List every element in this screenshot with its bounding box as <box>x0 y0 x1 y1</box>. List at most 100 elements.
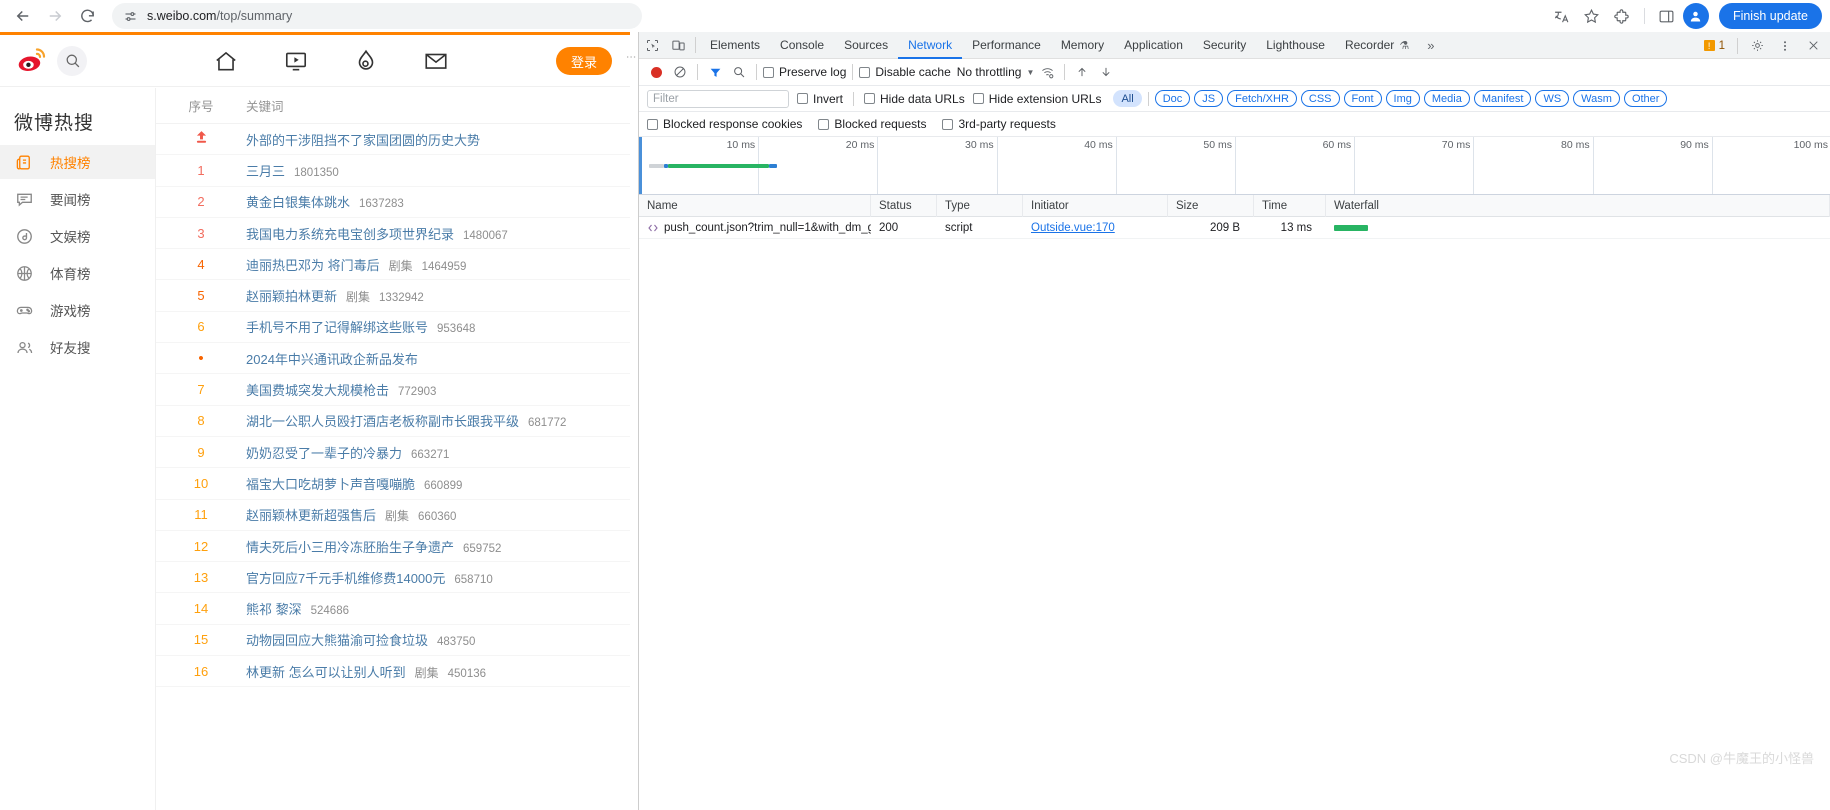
login-button[interactable]: 登录 <box>556 47 612 75</box>
tab-console[interactable]: Console <box>770 32 834 59</box>
tab-sources[interactable]: Sources <box>834 32 898 59</box>
inspect-element-icon[interactable] <box>639 33 665 57</box>
sidebar-item-news[interactable]: 要闻榜 <box>0 182 155 216</box>
type-filter-manifest[interactable]: Manifest <box>1473 90 1532 107</box>
type-filter-css[interactable]: CSS <box>1300 90 1340 107</box>
address-bar[interactable]: s.weibo.com/top/summary <box>112 3 642 29</box>
table-row[interactable]: 1 三月三 1801350 <box>156 155 630 187</box>
envelope-icon[interactable] <box>423 48 449 74</box>
keyword-link[interactable]: 黄金白银集体跳水 <box>246 192 350 211</box>
table-row[interactable]: 7 美国费城突发大规模枪击 772903 <box>156 374 630 406</box>
tab-performance[interactable]: Performance <box>962 32 1051 59</box>
blocked-requests-checkbox[interactable]: Blocked requests <box>818 117 926 131</box>
tab-recorder[interactable]: Recorder ⚗ <box>1335 32 1419 59</box>
keyword-link[interactable]: 官方回应7千元手机维修费14000元 <box>246 568 445 587</box>
device-toolbar-icon[interactable] <box>665 33 691 57</box>
disable-cache-checkbox[interactable]: Disable cache <box>859 65 951 79</box>
keyword-link[interactable]: 2024年中兴通讯政企新品发布 <box>246 349 418 368</box>
hide-data-urls-checkbox[interactable]: Hide data URLs <box>864 92 965 106</box>
sidebar-item-entertainment[interactable]: 文娱榜 <box>0 219 155 253</box>
flame-icon[interactable] <box>353 48 379 74</box>
star-icon[interactable] <box>1578 2 1606 30</box>
type-filter-doc[interactable]: Doc <box>1154 90 1191 107</box>
filter-input[interactable]: Filter <box>647 89 789 108</box>
table-row[interactable]: 16 林更新 怎么可以让别人听到 剧集 450136 <box>156 656 630 688</box>
tab-memory[interactable]: Memory <box>1051 32 1114 59</box>
keyword-link[interactable]: 外部的干涉阻挡不了家国团圆的历史大势 <box>246 130 480 149</box>
sidebar-item-hot-list[interactable]: 热搜榜 <box>0 145 155 179</box>
record-stop-icon[interactable] <box>645 61 667 83</box>
table-row[interactable]: 8 湖北一公职人员殴打酒店老板称副市长跟我平级 681772 <box>156 406 630 437</box>
translate-icon[interactable] <box>1548 2 1576 30</box>
tab-application[interactable]: Application <box>1114 32 1193 59</box>
column-header-waterfall[interactable]: Waterfall <box>1326 194 1830 217</box>
preserve-log-checkbox[interactable]: Preserve log <box>763 65 846 79</box>
extensions-icon[interactable] <box>1608 2 1636 30</box>
forward-button[interactable] <box>40 1 70 31</box>
column-header-size[interactable]: Size <box>1168 194 1254 217</box>
hide-extension-urls-checkbox[interactable]: Hide extension URLs <box>972 92 1101 106</box>
type-filter-ws[interactable]: WS <box>1535 90 1570 107</box>
table-row[interactable]: 4 迪丽热巴邓为 将门毒后 剧集 1464959 <box>156 249 630 281</box>
table-row[interactable]: 15 动物园回应大熊猫渝可捡食垃圾 483750 <box>156 625 630 657</box>
network-overview-timeline[interactable]: 10 ms 20 ms 30 ms 40 ms 50 ms 60 ms 70 ms 80 ms… <box>639 137 1830 195</box>
profile-avatar-icon[interactable] <box>1682 3 1709 29</box>
search-icon[interactable] <box>728 61 750 83</box>
home-icon[interactable] <box>213 48 239 74</box>
table-row[interactable]: • 2024年中兴通讯政企新品发布 <box>156 343 630 375</box>
table-row[interactable]: 14 熊祁 黎深 524686 <box>156 593 630 625</box>
table-row[interactable]: push_count.json?trim_null=1&with_dm_gr..… <box>639 217 1830 239</box>
table-row[interactable]: 10 福宝大口吃胡萝卜声音嘎嘣脆 660899 <box>156 468 630 500</box>
tab-network[interactable]: Network <box>898 32 962 59</box>
type-filter-font[interactable]: Font <box>1343 90 1382 107</box>
devtools-resize-handle[interactable]: ⋮ <box>625 52 636 82</box>
keyword-link[interactable]: 赵丽颖林更新超强售后 <box>246 505 376 524</box>
search-icon[interactable] <box>57 45 87 76</box>
column-header-name[interactable]: Name <box>639 194 871 217</box>
keyword-link[interactable]: 迪丽热巴邓为 将门毒后 <box>246 255 380 274</box>
tab-lighthouse[interactable]: Lighthouse <box>1256 32 1335 59</box>
tab-security[interactable]: Security <box>1193 32 1256 59</box>
back-button[interactable] <box>8 1 38 31</box>
table-row[interactable]: 12 情夫死后小三用冷冻胚胎生子争遗产 659752 <box>156 531 630 563</box>
column-header-time[interactable]: Time <box>1254 194 1326 217</box>
type-filter-fetch-xhr[interactable]: Fetch/XHR <box>1227 90 1297 107</box>
type-filter-media[interactable]: Media <box>1423 90 1470 107</box>
type-filter-all[interactable]: All <box>1113 90 1142 107</box>
keyword-link[interactable]: 奶奶忍受了一辈子的冷暴力 <box>246 443 402 462</box>
warning-badge[interactable]: ! 1 <box>1703 40 1731 52</box>
sidebar-item-friends[interactable]: 好友搜 <box>0 330 155 364</box>
keyword-link[interactable]: 情夫死后小三用冷冻胚胎生子争遗产 <box>246 537 454 556</box>
table-row[interactable]: 3 我国电力系统充电宝创多项世界纪录 1480067 <box>156 218 630 250</box>
tab-elements[interactable]: Elements <box>700 32 770 59</box>
third-party-requests-checkbox[interactable]: 3rd-party requests <box>942 117 1056 131</box>
video-icon[interactable] <box>283 48 309 74</box>
table-row[interactable]: 外部的干涉阻挡不了家国团圆的历史大势 <box>156 124 630 156</box>
keyword-link[interactable]: 我国电力系统充电宝创多项世界纪录 <box>246 224 454 243</box>
keyword-link[interactable]: 湖北一公职人员殴打酒店老板称副市长跟我平级 <box>246 411 519 430</box>
more-tabs-button[interactable]: » <box>1419 38 1442 53</box>
table-row[interactable]: 5 赵丽颖拍林更新 剧集 1332942 <box>156 280 630 312</box>
export-har-icon[interactable] <box>1095 61 1117 83</box>
site-settings-icon[interactable] <box>122 8 138 24</box>
reload-button[interactable] <box>72 1 102 31</box>
type-filter-wasm[interactable]: Wasm <box>1573 90 1620 107</box>
table-row[interactable]: 2 黄金白银集体跳水 1637283 <box>156 187 630 218</box>
keyword-link[interactable]: 福宝大口吃胡萝卜声音嘎嘣脆 <box>246 474 415 493</box>
sidebar-item-sports[interactable]: 体育榜 <box>0 256 155 290</box>
column-header-initiator[interactable]: Initiator <box>1023 194 1168 217</box>
column-header-type[interactable]: Type <box>937 194 1023 217</box>
sidebar-item-games[interactable]: 游戏榜 <box>0 293 155 327</box>
initiator-link[interactable]: Outside.vue:170 <box>1031 222 1115 234</box>
keyword-link[interactable]: 赵丽颖拍林更新 <box>246 286 337 305</box>
table-row[interactable]: 11 赵丽颖林更新超强售后 剧集 660360 <box>156 500 630 531</box>
type-filter-other[interactable]: Other <box>1623 90 1668 107</box>
table-row[interactable]: 13 官方回应7千元手机维修费14000元 658710 <box>156 562 630 594</box>
cell-initiator[interactable]: Outside.vue:170 <box>1023 217 1168 239</box>
type-filter-js[interactable]: JS <box>1194 90 1224 107</box>
more-options-icon[interactable] <box>1772 34 1798 58</box>
finish-update-button[interactable]: Finish update <box>1718 3 1822 29</box>
throttling-select[interactable]: No throttling ▼ <box>957 65 1035 79</box>
weibo-logo-icon[interactable] <box>14 44 48 78</box>
invert-checkbox[interactable]: Invert <box>797 92 843 106</box>
